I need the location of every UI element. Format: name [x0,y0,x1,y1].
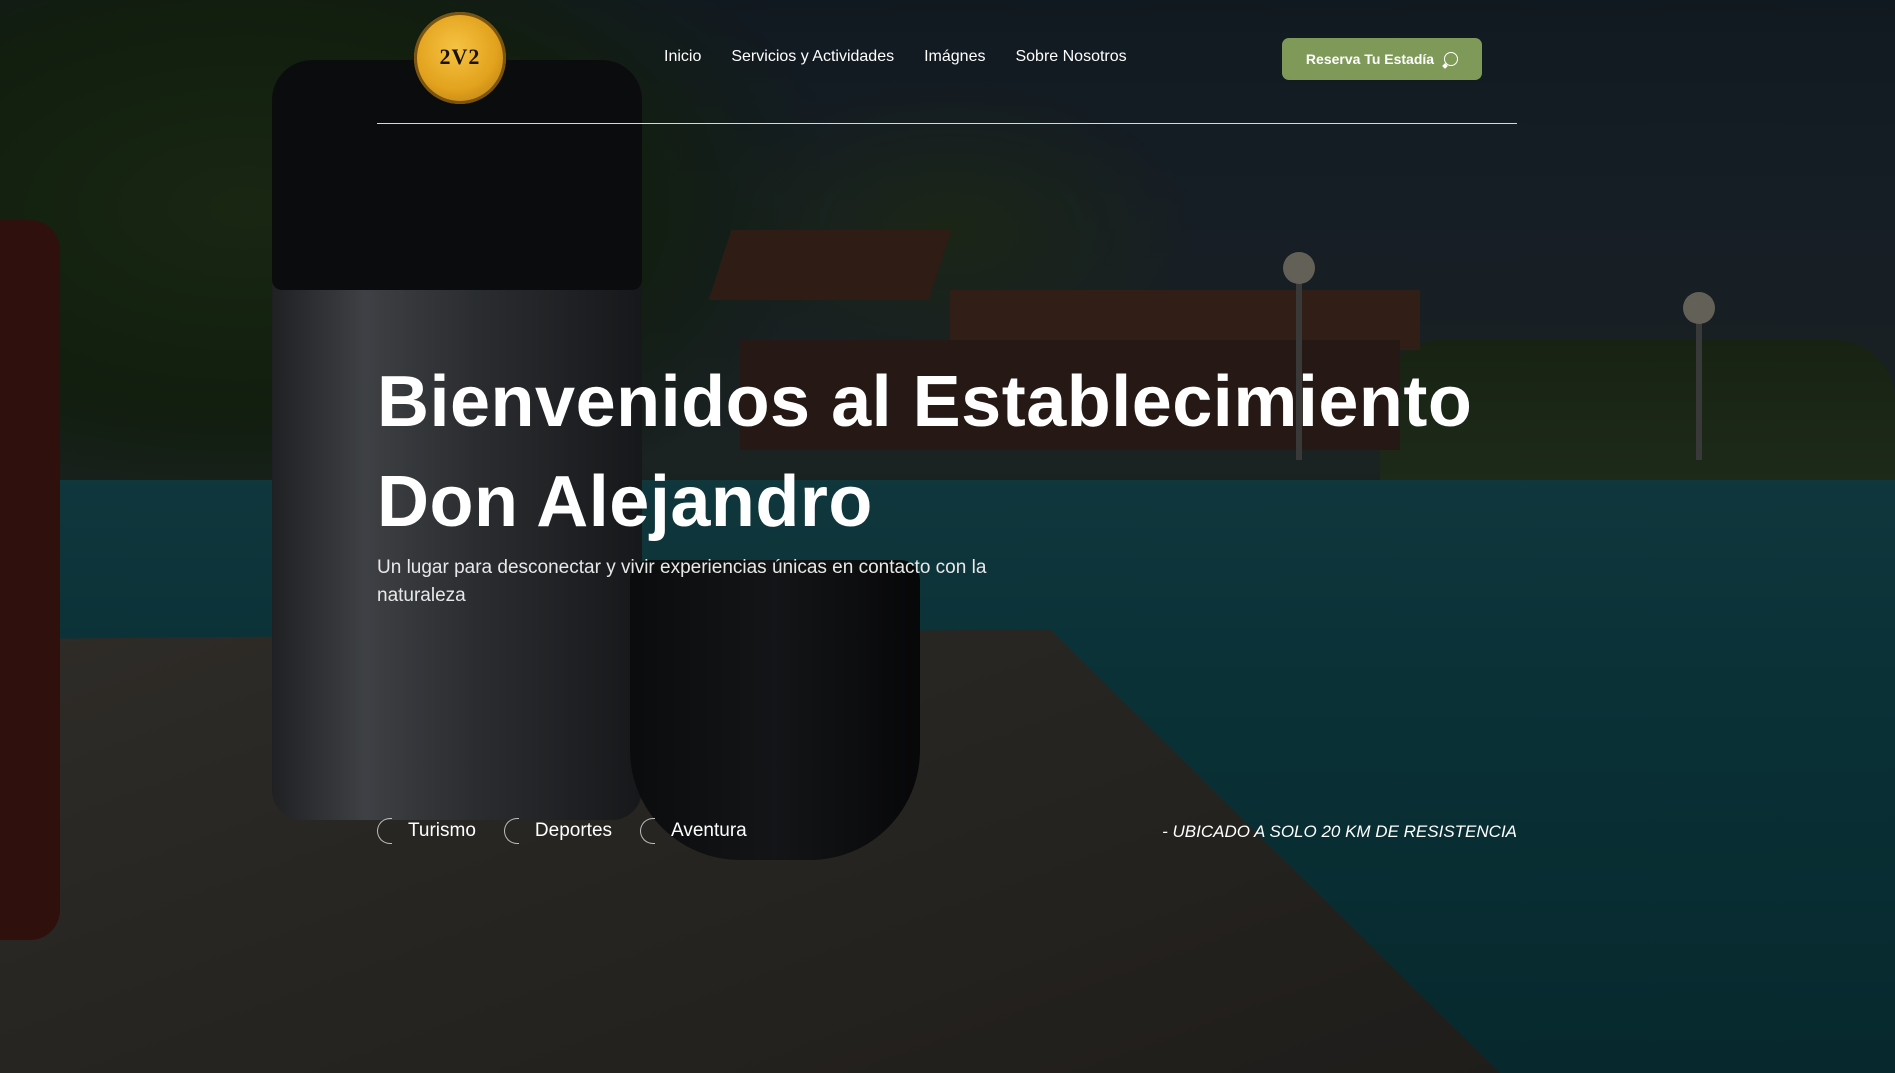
nav-item-imagenes[interactable]: Imágnes [924,48,985,66]
whatsapp-icon [1444,52,1459,66]
nav-item-sobre-nosotros[interactable]: Sobre Nosotros [1015,48,1126,66]
hero-title: Bienvenidos al Establecimiento Don Aleja… [377,352,1577,552]
arc-icon [640,818,656,844]
reserve-button[interactable]: Reserva Tu Estadía [1282,38,1482,80]
hero-title-line1: Bienvenidos al Establecimiento [377,362,1473,442]
arc-icon [503,818,519,844]
nav-item-servicios[interactable]: Servicios y Actividades [731,48,894,66]
location-note: - UBICADO A SOLO 20 KM DE RESISTENCIA [1162,822,1517,841]
tag-turismo: Turismo [377,818,476,844]
activity-tags: Turismo Deportes Aventura [377,818,747,844]
tag-label: Deportes [534,820,613,841]
logo-mark: 2V2 [439,44,481,69]
nav-item-inicio[interactable]: Inicio [664,48,701,66]
hero-title-line2: Don Alejandro [377,462,873,542]
logo[interactable]: 2V2 [414,12,506,104]
tag-aventura: Aventura [640,818,747,844]
tag-label: Aventura [671,820,747,841]
header-divider [377,123,1517,124]
tag-deportes: Deportes [503,818,613,844]
arc-icon [377,818,392,844]
main-nav: Inicio Servicios y Actividades Imágnes S… [664,48,1127,66]
hero-subtitle: Un lugar para desconectar y vivir experi… [377,557,987,606]
tag-label: Turismo [408,820,476,841]
reserve-button-label: Reserva Tu Estadía [1305,51,1435,67]
site-header: 2V2 Inicio Servicios y Actividades Imágn… [377,0,1517,124]
